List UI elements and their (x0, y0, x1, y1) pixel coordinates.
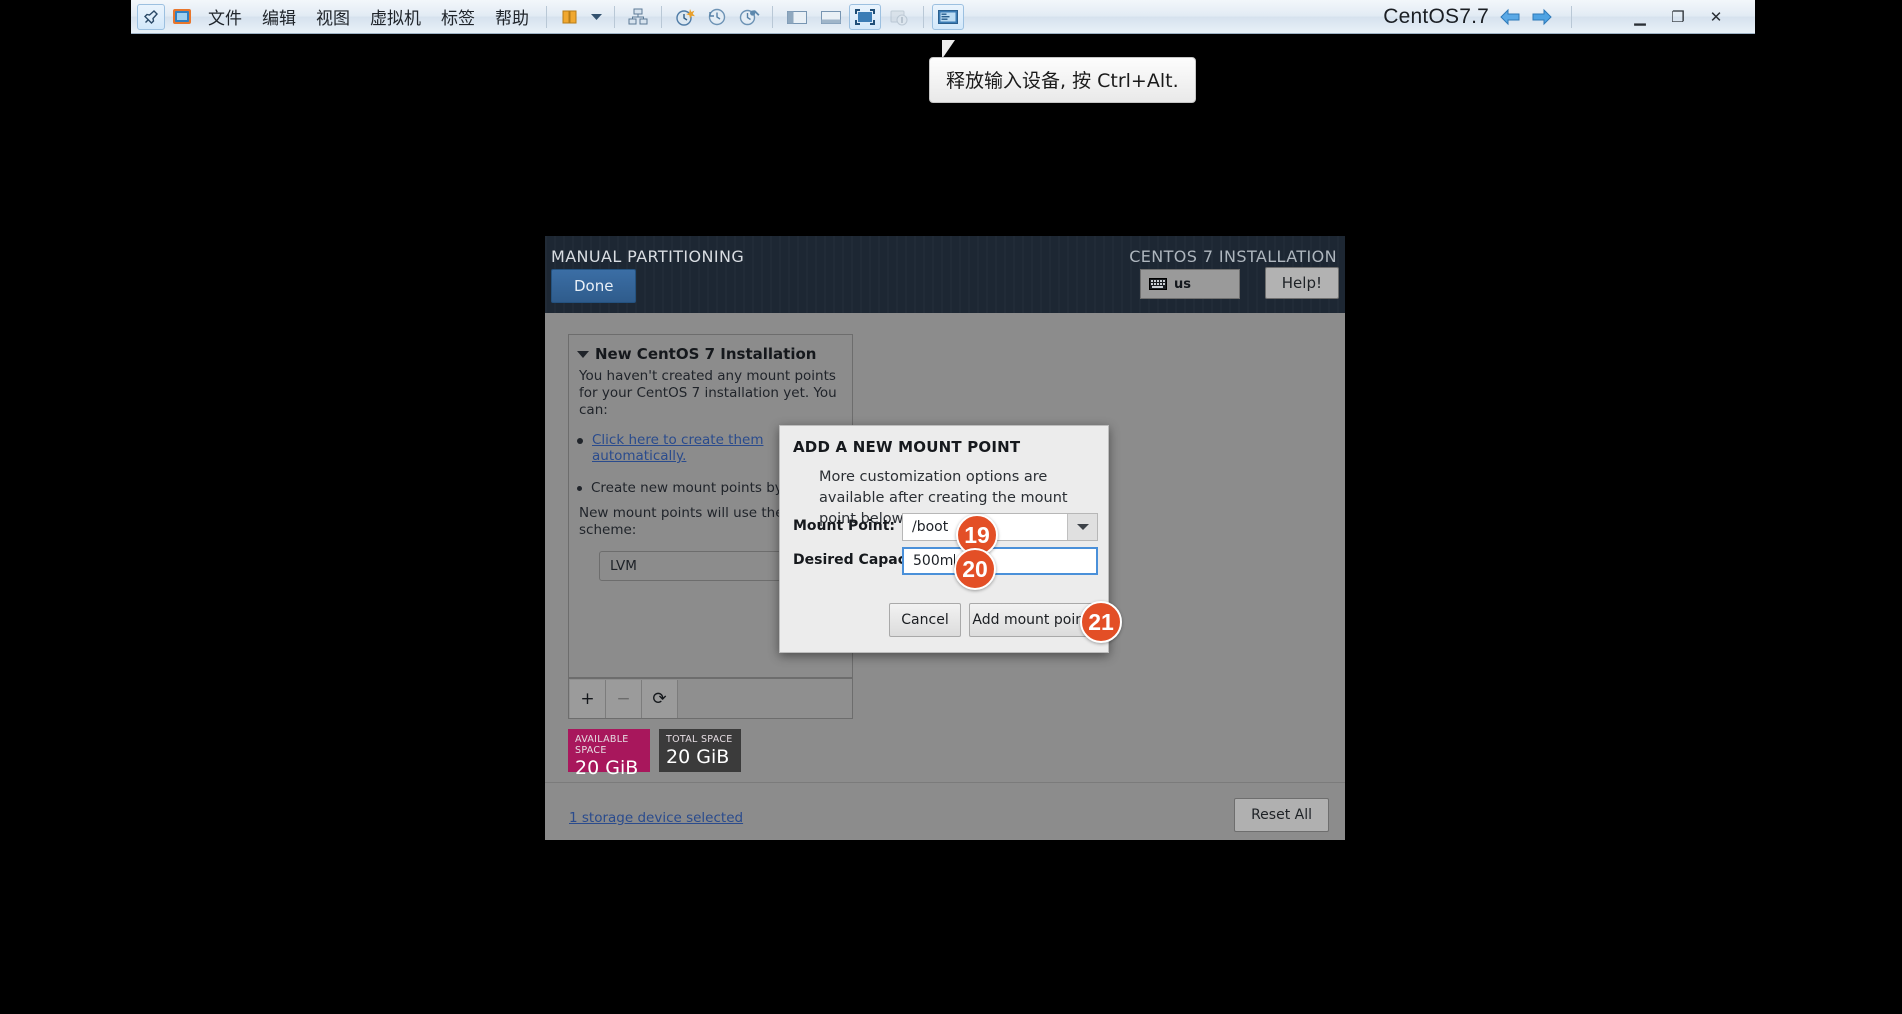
console-view-glyph (938, 9, 958, 24)
reset-all-button[interactable]: Reset All (1234, 798, 1329, 832)
minimize-icon[interactable]: ▁ (1629, 8, 1651, 26)
installation-group-header[interactable]: New CentOS 7 Installation (577, 345, 844, 363)
show-sidebar-icon[interactable] (781, 4, 813, 30)
revert-snapshot-glyph (708, 8, 726, 25)
take-snapshot-icon[interactable] (670, 4, 700, 30)
expand-triangle-icon (577, 350, 589, 358)
window-controls: ▁ ❐ ✕ (1629, 0, 1727, 34)
unity-mode-icon[interactable] (883, 4, 915, 30)
page-title: MANUAL PARTITIONING (551, 247, 745, 266)
vmware-app-icon[interactable] (167, 4, 197, 30)
annotation-badge-20: 20 (954, 548, 996, 590)
fullscreen-icon[interactable] (849, 3, 881, 30)
total-space-tile: TOTAL SPACE 20 GiB (659, 729, 741, 772)
show-thumbnail-bar-glyph (821, 10, 841, 24)
revert-snapshot-icon[interactable] (702, 4, 732, 30)
release-input-tooltip: 释放输入设备, 按 Ctrl+Alt. (929, 57, 1196, 103)
toolbar-divider-3 (661, 5, 662, 28)
menu-view[interactable]: 视图 (307, 2, 359, 31)
console-view-icon[interactable] (932, 3, 964, 30)
bullet-dot-icon-2 (577, 486, 582, 491)
add-mount-point-dialog: ADD A NEW MOUNT POINT More customization… (779, 425, 1109, 653)
partition-scheme-value: LVM (610, 558, 637, 574)
menu-edit[interactable]: 编辑 (253, 2, 305, 31)
mount-point-combobox[interactable]: /boot (902, 513, 1098, 541)
storage-device-link[interactable]: 1 storage device selected (569, 810, 743, 826)
restore-icon[interactable]: ❐ (1667, 8, 1689, 26)
desktop-backdrop-left (0, 0, 131, 34)
show-thumbnail-bar-icon[interactable] (815, 4, 847, 30)
desired-capacity-value: 500m (913, 553, 954, 569)
vmware-app-glyph (173, 8, 191, 24)
pin-icon[interactable] (137, 3, 165, 30)
vmware-toolbar: 文件 编辑 视图 虚拟机 标签 帮助 CentOS7.7 ▁ ❐ ✕ (131, 0, 1755, 34)
dialog-buttons: Cancel Add mount point (889, 603, 1093, 637)
pin-glyph (144, 9, 158, 24)
menu-help[interactable]: 帮助 (486, 2, 538, 31)
manage-snapshots-glyph (739, 9, 760, 25)
add-mount-point-button[interactable]: + (570, 679, 606, 718)
total-space-value: 20 GiB (666, 746, 730, 768)
no-mountpoints-text: You haven't created any mount points for… (579, 368, 837, 418)
available-space-caption: AVAILABLE SPACE (575, 734, 629, 756)
snapshot-manager-glyph (628, 8, 648, 24)
space-summary: AVAILABLE SPACE 20 GiB TOTAL SPACE 20 Gi… (568, 729, 741, 779)
toolbar-divider (546, 5, 547, 28)
annotation-badge-21: 21 (1080, 601, 1122, 643)
done-button[interactable]: Done (551, 269, 637, 303)
available-space-tile: AVAILABLE SPACE 20 GiB (568, 729, 650, 779)
snapshot-manager-icon[interactable] (623, 4, 653, 30)
unity-mode-glyph (890, 10, 908, 25)
manual-create-text: Create new mount points by cl (591, 480, 799, 496)
chevron-down-icon[interactable] (587, 4, 606, 30)
toolbar-divider-4 (772, 5, 773, 28)
forward-arrow-glyph (1532, 8, 1552, 26)
keyboard-layout-indicator[interactable]: us (1140, 269, 1240, 299)
help-button[interactable]: Help! (1264, 267, 1339, 299)
back-arrow-icon[interactable] (1499, 8, 1521, 26)
installer-header: MANUAL PARTITIONING CENTOS 7 INSTALLATIO… (545, 236, 1345, 313)
total-space-caption: TOTAL SPACE (666, 734, 733, 745)
forward-arrow-icon[interactable] (1531, 8, 1553, 26)
toolbar-divider-6 (1571, 6, 1572, 28)
partition-action-toolbar: + − ⟳ (568, 678, 853, 719)
back-arrow-glyph (1500, 8, 1520, 26)
dialog-title: ADD A NEW MOUNT POINT (793, 438, 1021, 456)
menu-vm[interactable]: 虚拟机 (361, 2, 430, 31)
chevron-down-glyph-2 (1076, 524, 1089, 530)
toolbar-divider-5 (923, 5, 924, 28)
refresh-button[interactable]: ⟳ (642, 679, 678, 718)
take-snapshot-glyph (676, 8, 695, 26)
library-icon[interactable] (555, 4, 585, 30)
toolbar-divider-2 (614, 5, 615, 28)
manage-snapshots-icon[interactable] (734, 4, 764, 30)
add-mount-point-confirm-button[interactable]: Add mount point (969, 603, 1093, 637)
desired-capacity-input[interactable]: 500m (902, 547, 1098, 575)
mount-point-label: Mount Point: (793, 518, 895, 534)
vm-name-label: CentOS7.7 (1383, 5, 1489, 28)
menu-file[interactable]: 文件 (199, 2, 251, 31)
bullet-dot-icon (577, 438, 583, 444)
chevron-down-glyph (591, 13, 602, 20)
library-glyph (562, 10, 577, 23)
available-space-value: 20 GiB (575, 757, 639, 779)
product-title: CENTOS 7 INSTALLATION (1129, 247, 1337, 266)
cancel-button[interactable]: Cancel (889, 603, 961, 637)
vm-title-area: CentOS7.7 (1383, 0, 1579, 34)
close-icon[interactable]: ✕ (1705, 8, 1727, 26)
show-sidebar-glyph (787, 10, 807, 24)
keyboard-icon (1149, 278, 1167, 290)
installation-group-label: New CentOS 7 Installation (595, 345, 817, 363)
menu-tabs[interactable]: 标签 (432, 2, 484, 31)
keyboard-layout-label: us (1174, 276, 1191, 292)
mount-point-dropdown-arrow-icon[interactable] (1067, 514, 1097, 540)
mount-point-label-row: Mount Point: (793, 518, 895, 534)
fullscreen-glyph (855, 8, 875, 25)
screen-root: 文件 编辑 视图 虚拟机 标签 帮助 CentOS7.7 ▁ ❐ ✕ 释放输入设… (0, 0, 1902, 1014)
remove-mount-point-button[interactable]: − (606, 679, 642, 718)
